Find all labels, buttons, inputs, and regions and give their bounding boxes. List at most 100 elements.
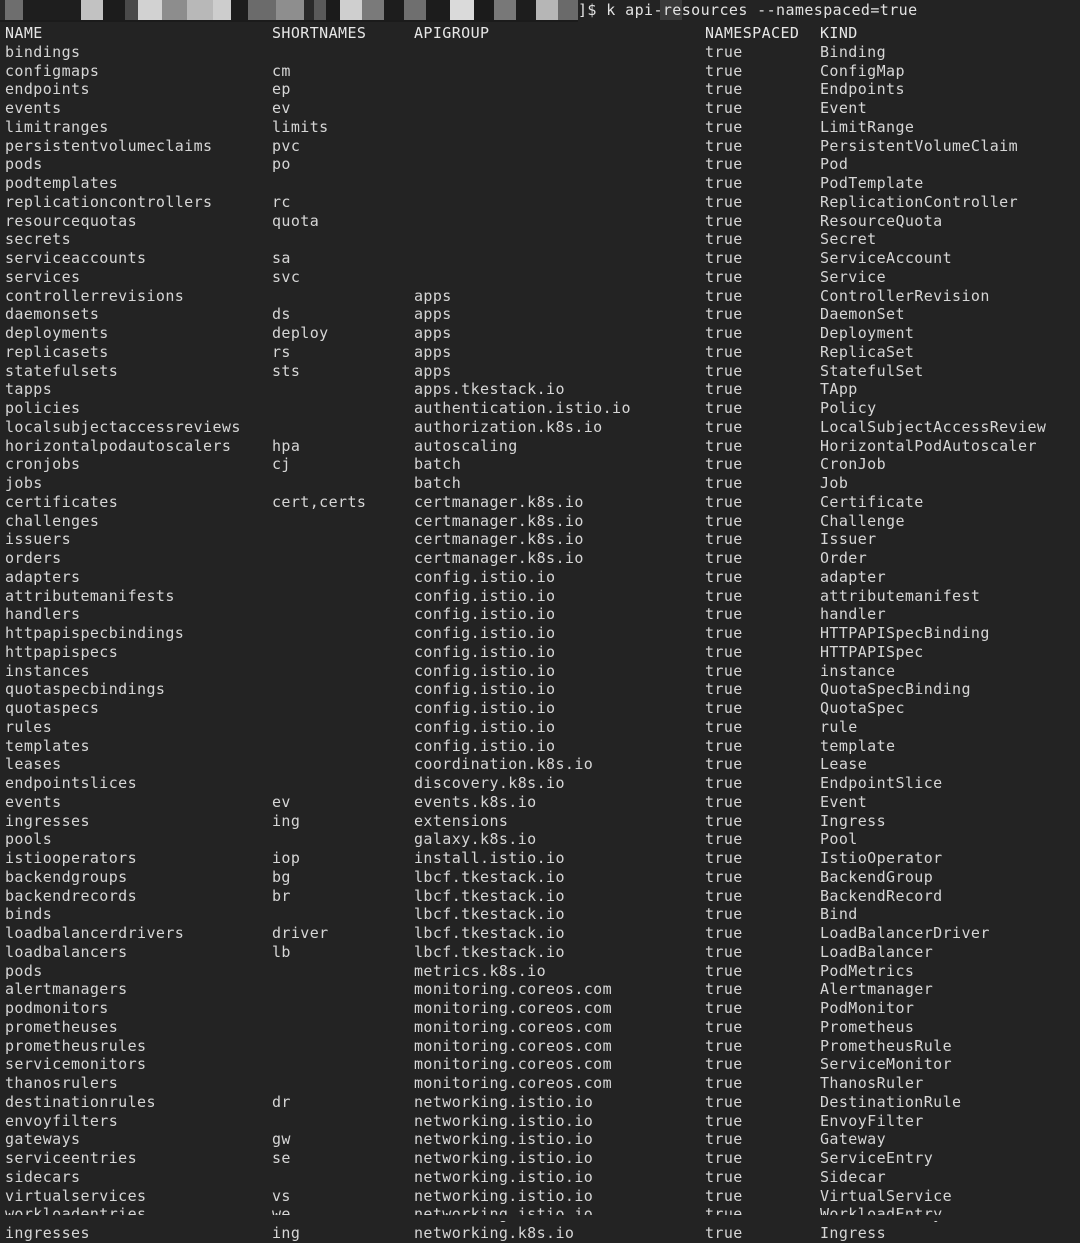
cell-apigroup: batch xyxy=(414,474,462,492)
api-resources-table: NAME SHORTNAMES APIGROUP NAMESPACED KIND bind… xyxy=(0,24,1080,1243)
table-row: pods metrics.k8s.io true PodMetrics xyxy=(0,962,1080,981)
redaction-block xyxy=(187,0,213,20)
cell-kind: Pod xyxy=(820,155,849,174)
cell-namespaced: true xyxy=(705,174,743,192)
cell-shortnames: ds xyxy=(272,305,291,324)
cell-apigroup: lbcf.tkestack.io xyxy=(414,924,565,942)
cell-kind: EnvoyFilter xyxy=(820,1111,924,1130)
table-row: issuers certmanager.k8s.io true Issuer xyxy=(0,530,1080,549)
cell-namespaced: true xyxy=(705,474,743,492)
table-row: endpointslices discovery.k8s.io true Endpoi… xyxy=(0,774,1080,793)
table-row: secrets true Secret xyxy=(0,230,1080,249)
cell-kind: adapter xyxy=(820,567,887,586)
cell-apigroup: lbcf.tkestack.io xyxy=(414,867,565,886)
cell-apigroup: networking.istio.io xyxy=(414,1111,594,1130)
cell-namespaced: true xyxy=(705,549,743,567)
cell-kind: IstioOperator xyxy=(820,849,943,867)
cell-shortnames: po xyxy=(272,155,291,174)
terminal-window[interactable]: ]$ k api-resources --namespaced=true NAM… xyxy=(0,0,1080,1242)
redaction-block xyxy=(138,0,162,20)
cell-namespaced: true xyxy=(705,399,743,417)
cell-shortnames: vs xyxy=(272,1186,291,1205)
cell-apigroup: metrics.k8s.io xyxy=(414,961,547,980)
cell-shortnames: gw xyxy=(272,1130,291,1149)
redaction-block xyxy=(536,0,558,20)
cell-namespaced: true xyxy=(705,605,743,624)
table-row: ingresses ing networking.k8s.io true Ingress xyxy=(0,1224,1080,1243)
cell-kind: QuotaSpecBinding xyxy=(820,680,971,699)
redaction-block xyxy=(162,0,187,20)
table-row: policies authentication.istio.io true Polic… xyxy=(0,399,1080,418)
table-row: servicemonitors monitoring.coreos.com true… xyxy=(0,1055,1080,1074)
cell-namespaced: true xyxy=(705,774,743,792)
cell-name: endpoints xyxy=(5,80,90,99)
cell-name: limitranges xyxy=(5,117,109,136)
cell-namespaced: true xyxy=(705,42,743,61)
cell-kind: Ingress xyxy=(820,1224,887,1242)
cell-name: replicationcontrollers xyxy=(5,192,213,211)
cell-apigroup: networking.k8s.io xyxy=(414,1224,575,1242)
cell-name: policies xyxy=(5,399,81,417)
cell-apigroup: networking.istio.io xyxy=(414,1092,594,1111)
cell-name: virtualservices xyxy=(5,1186,147,1205)
cell-shortnames: lb xyxy=(272,942,291,961)
cell-name: horizontalpodautoscalers xyxy=(5,436,232,455)
table-row: handlers config.istio.io true handler xyxy=(0,605,1080,624)
cell-kind: Certificate xyxy=(820,492,924,511)
table-header-row: NAME SHORTNAMES APIGROUP NAMESPACED KIND xyxy=(0,24,1080,43)
cell-namespaced: true xyxy=(705,680,743,699)
table-row: events ev events.k8s.io true Event xyxy=(0,793,1080,812)
table-row: orders certmanager.k8s.io true Order xyxy=(0,549,1080,568)
cell-shortnames: quota xyxy=(272,211,320,230)
table-row: attributemanifests config.istio.io true att… xyxy=(0,587,1080,606)
cell-kind: Endpoints xyxy=(820,80,905,99)
cell-kind: PrometheusRule xyxy=(820,1036,953,1055)
cell-apigroup: networking.istio.io xyxy=(414,1149,594,1167)
table-row: deployments deploy apps true Deployment xyxy=(0,324,1080,343)
cell-namespaced: true xyxy=(705,155,743,174)
cell-name: tapps xyxy=(5,380,53,399)
cell-apigroup: config.istio.io xyxy=(414,680,556,699)
prompt-line: ]$ k api-resources --namespaced=true xyxy=(0,0,1080,24)
cell-name: gateways xyxy=(5,1130,81,1149)
cell-namespaced: true xyxy=(705,1092,743,1111)
table-row: binds lbcf.tkestack.io true Bind xyxy=(0,905,1080,924)
table-row: replicationcontrollers rc true ReplicationC… xyxy=(0,193,1080,212)
cell-kind: ControllerRevision xyxy=(820,286,990,305)
cell-name: pools xyxy=(5,830,53,849)
cell-kind: Event xyxy=(820,792,868,811)
cell-name: backendrecords xyxy=(5,886,138,905)
cell-namespaced: true xyxy=(705,324,743,342)
cell-namespaced: true xyxy=(705,342,743,361)
cell-namespaced: true xyxy=(705,1149,743,1167)
redaction-block xyxy=(340,0,362,20)
cell-kind: Challenge xyxy=(820,511,905,530)
column-header-shortnames: SHORTNAMES xyxy=(272,24,367,42)
cell-apigroup: monitoring.coreos.com xyxy=(414,1074,613,1092)
redaction-block xyxy=(404,0,426,20)
redaction-block xyxy=(426,0,450,20)
cell-name: httpapispecs xyxy=(5,642,119,661)
redaction-block xyxy=(326,0,340,20)
cell-kind: attributemanifest xyxy=(820,586,981,605)
cell-name: pods xyxy=(5,155,43,174)
cell-apigroup: config.istio.io xyxy=(414,717,556,736)
table-row: adapters config.istio.io true adapter xyxy=(0,568,1080,587)
redaction-block xyxy=(494,0,516,20)
cell-namespaced: true xyxy=(705,492,743,511)
cell-apigroup: apps xyxy=(414,361,452,380)
table-row: certificates cert,certs certmanager.k8s.io… xyxy=(0,493,1080,512)
cell-kind: PodTemplate xyxy=(820,174,924,192)
table-row: prometheuses monitoring.coreos.com true Pro… xyxy=(0,1018,1080,1037)
cell-apigroup: apps xyxy=(414,342,452,361)
cell-shortnames: sts xyxy=(272,361,301,380)
cell-kind: Sidecar xyxy=(820,1167,887,1186)
cell-namespaced: true xyxy=(705,867,743,886)
cell-apigroup: autoscaling xyxy=(414,436,518,455)
table-row: backendrecords br lbcf.tkestack.io true Back… xyxy=(0,887,1080,906)
cell-name: istiooperators xyxy=(5,849,138,867)
cell-apigroup: certmanager.k8s.io xyxy=(414,511,584,530)
cell-namespaced: true xyxy=(705,455,743,474)
cell-shortnames: iop xyxy=(272,849,301,867)
cell-kind: HTTPAPISpec xyxy=(820,642,924,661)
